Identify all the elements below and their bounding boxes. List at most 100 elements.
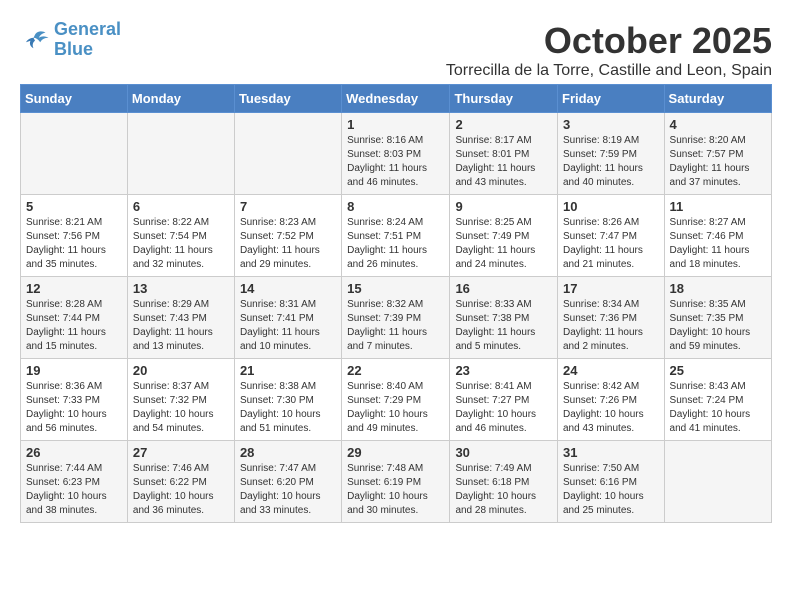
calendar-cell: 15Sunrise: 8:32 AM Sunset: 7:39 PM Dayli… (342, 277, 450, 359)
day-number: 9 (455, 199, 552, 214)
day-number: 22 (347, 363, 444, 378)
day-info: Sunrise: 8:25 AM Sunset: 7:49 PM Dayligh… (455, 216, 552, 272)
calendar-cell: 6 Sunrise: 8:22 AM Sunset: 7:54 PM Daylig… (127, 195, 234, 277)
calendar-cell: 9 Sunrise: 8:25 AM Sunset: 7:49 PM Daylig… (450, 195, 558, 277)
day-info: Sunrise: 8:31 AM Sunset: 7:41 PM Dayligh… (240, 298, 336, 354)
day-number: 31 (563, 445, 659, 460)
calendar-cell: 8Sunrise: 8:24 AM Sunset: 7:51 PM Daylig… (342, 195, 450, 277)
day-info: Sunrise: 7:47 AM Sunset: 6:20 PM Dayligh… (240, 462, 336, 518)
day-info: Sunrise: 8:43 AM Sunset: 7:24 PM Dayligh… (670, 380, 766, 436)
day-number: 20 (133, 363, 229, 378)
day-number: 27 (133, 445, 229, 460)
day-info: Sunrise: 8:33 AM Sunset: 7:38 PM Dayligh… (455, 298, 552, 354)
day-number: 23 (455, 363, 552, 378)
day-info: Sunrise: 8:36 AM Sunset: 7:33 PM Dayligh… (26, 380, 122, 436)
day-info: Sunrise: 8:27 AM Sunset: 7:46 PM Dayligh… (670, 216, 766, 272)
day-info: Sunrise: 8:42 AM Sunset: 7:26 PM Dayligh… (563, 380, 659, 436)
day-number: 7 (240, 199, 336, 214)
day-info: Sunrise: 8:16 AM Sunset: 8:03 PM Dayligh… (347, 134, 444, 190)
week-row-3: 12 Sunrise: 8:28 AM Sunset: 7:44 PM Dayli… (21, 277, 772, 359)
day-number: 13 (133, 281, 229, 296)
day-number: 28 (240, 445, 336, 460)
calendar-cell: 5Sunrise: 8:21 AM Sunset: 7:56 PM Daylig… (21, 195, 128, 277)
day-number: 25 (670, 363, 766, 378)
day-info: Sunrise: 8:38 AM Sunset: 7:30 PM Dayligh… (240, 380, 336, 436)
day-info: Sunrise: 8:40 AM Sunset: 7:29 PM Dayligh… (347, 380, 444, 436)
day-number: 11 (670, 199, 766, 214)
calendar-cell: 7 Sunrise: 8:23 AM Sunset: 7:52 PM Daylig… (234, 195, 341, 277)
calendar-cell: 12 Sunrise: 8:28 AM Sunset: 7:44 PM Dayli… (21, 277, 128, 359)
day-number: 12 (26, 281, 122, 296)
day-info: Sunrise: 7:48 AM Sunset: 6:19 PM Dayligh… (347, 462, 444, 518)
calendar-cell: 30Sunrise: 7:49 AM Sunset: 6:18 PM Dayli… (450, 441, 558, 523)
calendar-cell: 16 Sunrise: 8:33 AM Sunset: 7:38 PM Dayli… (450, 277, 558, 359)
week-row-5: 26Sunrise: 7:44 AM Sunset: 6:23 PM Dayli… (21, 441, 772, 523)
day-info: Sunrise: 8:22 AM Sunset: 7:54 PM Dayligh… (133, 216, 229, 272)
title-section: October 2025 Torrecilla de la Torre, Cas… (446, 20, 772, 80)
day-number: 4 (670, 117, 766, 132)
calendar-cell (21, 113, 128, 195)
weekday-header-sunday: Sunday (21, 85, 128, 113)
day-info: Sunrise: 8:41 AM Sunset: 7:27 PM Dayligh… (455, 380, 552, 436)
day-info: Sunrise: 8:17 AM Sunset: 8:01 PM Dayligh… (455, 134, 552, 190)
day-info: Sunrise: 8:21 AM Sunset: 7:56 PM Dayligh… (26, 216, 122, 272)
day-number: 16 (455, 281, 552, 296)
day-info: Sunrise: 8:23 AM Sunset: 7:52 PM Dayligh… (240, 216, 336, 272)
calendar-cell: 23 Sunrise: 8:41 AM Sunset: 7:27 PM Dayli… (450, 359, 558, 441)
calendar-table: SundayMondayTuesdayWednesdayThursdayFrid… (20, 84, 772, 523)
logo-text: General Blue (54, 20, 121, 60)
calendar-cell: 27 Sunrise: 7:46 AM Sunset: 6:22 PM Dayli… (127, 441, 234, 523)
week-row-2: 5Sunrise: 8:21 AM Sunset: 7:56 PM Daylig… (21, 195, 772, 277)
calendar-cell (127, 113, 234, 195)
day-info: Sunrise: 8:26 AM Sunset: 7:47 PM Dayligh… (563, 216, 659, 272)
month-title: October 2025 (446, 20, 772, 62)
calendar-cell: 20 Sunrise: 8:37 AM Sunset: 7:32 PM Dayli… (127, 359, 234, 441)
calendar-cell: 14 Sunrise: 8:31 AM Sunset: 7:41 PM Dayli… (234, 277, 341, 359)
day-info: Sunrise: 7:46 AM Sunset: 6:22 PM Dayligh… (133, 462, 229, 518)
calendar-cell: 28 Sunrise: 7:47 AM Sunset: 6:20 PM Dayli… (234, 441, 341, 523)
day-number: 6 (133, 199, 229, 214)
calendar-cell: 19 Sunrise: 8:36 AM Sunset: 7:33 PM Dayli… (21, 359, 128, 441)
day-info: Sunrise: 8:34 AM Sunset: 7:36 PM Dayligh… (563, 298, 659, 354)
week-row-4: 19 Sunrise: 8:36 AM Sunset: 7:33 PM Dayli… (21, 359, 772, 441)
day-number: 21 (240, 363, 336, 378)
day-number: 1 (347, 117, 444, 132)
day-info: Sunrise: 7:44 AM Sunset: 6:23 PM Dayligh… (26, 462, 122, 518)
calendar-cell: 21 Sunrise: 8:38 AM Sunset: 7:30 PM Dayli… (234, 359, 341, 441)
calendar-cell: 4Sunrise: 8:20 AM Sunset: 7:57 PM Daylig… (664, 113, 771, 195)
logo-bird-icon (20, 28, 50, 52)
weekday-header-tuesday: Tuesday (234, 85, 341, 113)
weekday-header-thursday: Thursday (450, 85, 558, 113)
calendar-cell: 10Sunrise: 8:26 AM Sunset: 7:47 PM Dayli… (558, 195, 665, 277)
day-number: 29 (347, 445, 444, 460)
day-number: 17 (563, 281, 659, 296)
weekday-header-friday: Friday (558, 85, 665, 113)
day-number: 24 (563, 363, 659, 378)
calendar-cell: 31 Sunrise: 7:50 AM Sunset: 6:16 PM Dayli… (558, 441, 665, 523)
day-number: 14 (240, 281, 336, 296)
day-number: 8 (347, 199, 444, 214)
day-number: 2 (455, 117, 552, 132)
calendar-cell: 11 Sunrise: 8:27 AM Sunset: 7:46 PM Dayli… (664, 195, 771, 277)
calendar-cell: 13Sunrise: 8:29 AM Sunset: 7:43 PM Dayli… (127, 277, 234, 359)
logo: General Blue (20, 20, 121, 60)
day-number: 19 (26, 363, 122, 378)
day-info: Sunrise: 8:28 AM Sunset: 7:44 PM Dayligh… (26, 298, 122, 354)
calendar-cell (664, 441, 771, 523)
day-info: Sunrise: 8:32 AM Sunset: 7:39 PM Dayligh… (347, 298, 444, 354)
calendar-cell (234, 113, 341, 195)
weekday-header-monday: Monday (127, 85, 234, 113)
day-info: Sunrise: 8:35 AM Sunset: 7:35 PM Dayligh… (670, 298, 766, 354)
day-info: Sunrise: 8:37 AM Sunset: 7:32 PM Dayligh… (133, 380, 229, 436)
calendar-cell: 2 Sunrise: 8:17 AM Sunset: 8:01 PM Daylig… (450, 113, 558, 195)
weekday-header-row: SundayMondayTuesdayWednesdayThursdayFrid… (21, 85, 772, 113)
day-number: 3 (563, 117, 659, 132)
calendar-cell: 26Sunrise: 7:44 AM Sunset: 6:23 PM Dayli… (21, 441, 128, 523)
day-info: Sunrise: 7:49 AM Sunset: 6:18 PM Dayligh… (455, 462, 552, 518)
calendar-cell: 25 Sunrise: 8:43 AM Sunset: 7:24 PM Dayli… (664, 359, 771, 441)
calendar-cell: 18Sunrise: 8:35 AM Sunset: 7:35 PM Dayli… (664, 277, 771, 359)
calendar-cell: 24 Sunrise: 8:42 AM Sunset: 7:26 PM Dayli… (558, 359, 665, 441)
day-info: Sunrise: 7:50 AM Sunset: 6:16 PM Dayligh… (563, 462, 659, 518)
week-row-1: 1 Sunrise: 8:16 AM Sunset: 8:03 PM Daylig… (21, 113, 772, 195)
calendar-cell: 1 Sunrise: 8:16 AM Sunset: 8:03 PM Daylig… (342, 113, 450, 195)
